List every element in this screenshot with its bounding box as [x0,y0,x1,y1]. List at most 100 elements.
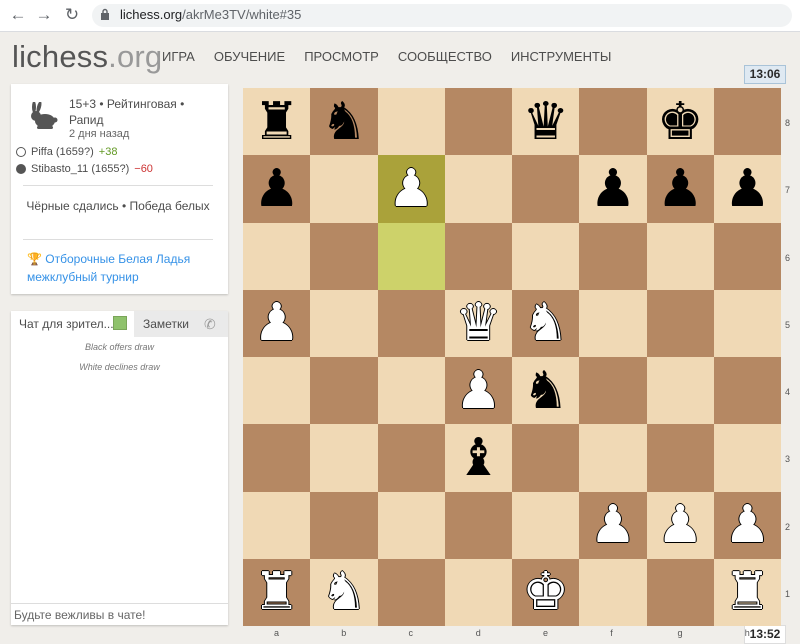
square-g7[interactable]: ♟ [646,155,714,223]
chat-input[interactable]: Будьте вежливы в чате! [11,603,228,626]
square-f1[interactable] [579,558,647,626]
site-logo[interactable]: lichess.org [12,39,162,75]
square-g3[interactable] [646,424,714,492]
square-f3[interactable] [579,424,647,492]
square-h7[interactable]: ♟ [713,155,781,223]
square-b4[interactable] [310,357,378,425]
square-c6[interactable] [377,222,445,290]
square-e7[interactable] [512,155,580,223]
square-e3[interactable] [512,424,580,492]
black-knight-icon[interactable]: ♞ [522,365,569,417]
square-b1[interactable]: ♞ [310,558,378,626]
white-pawn-icon[interactable]: ♟ [253,297,300,349]
white-knight-icon[interactable]: ♞ [321,566,368,618]
tab-notes[interactable]: Заметки [143,317,189,331]
square-c5[interactable] [377,289,445,357]
square-g2[interactable]: ♟ [646,491,714,559]
square-c7[interactable]: ♟ [377,155,445,223]
square-g4[interactable] [646,357,714,425]
square-a5[interactable]: ♟ [243,289,311,357]
square-h8[interactable] [713,88,781,156]
square-f2[interactable]: ♟ [579,491,647,559]
square-c1[interactable] [377,558,445,626]
square-h4[interactable] [713,357,781,425]
menu-item-community[interactable]: СООБЩЕСТВО [398,49,492,64]
white-rook-icon[interactable]: ♜ [724,566,771,618]
square-a1[interactable]: ♜ [243,558,311,626]
black-pawn-icon[interactable]: ♟ [590,163,637,215]
forward-arrow-icon[interactable]: → [34,5,54,25]
square-d5[interactable]: ♛ [444,289,512,357]
address-bar[interactable]: lichess.org/akrMe3TV/white#35 [92,4,792,27]
square-f8[interactable] [579,88,647,156]
square-f5[interactable] [579,289,647,357]
square-f6[interactable] [579,222,647,290]
square-a8[interactable]: ♜ [243,88,311,156]
white-pawn-icon[interactable]: ♟ [388,163,435,215]
black-player[interactable]: Stibasto_11 (1655?) −60 [16,163,153,175]
square-b3[interactable] [310,424,378,492]
black-queen-icon[interactable]: ♛ [522,96,569,148]
square-g5[interactable] [646,289,714,357]
chess-board[interactable]: ♜ ♞ ♛ ♚ ♟ ♟ ♟ ♟ ♟ ♟ ♛ ♞ ♟ ♞ ♝ ♟ ♟ ♟ ♜ ♞ ♚ ♜ [243,88,781,626]
white-pawn-icon[interactable]: ♟ [455,365,502,417]
black-pawn-icon[interactable]: ♟ [657,163,704,215]
square-b6[interactable] [310,222,378,290]
phone-icon[interactable]: ✆ [204,316,216,333]
square-b8[interactable]: ♞ [310,88,378,156]
square-f4[interactable] [579,357,647,425]
white-pawn-icon[interactable]: ♟ [657,499,704,551]
square-a2[interactable] [243,491,311,559]
square-c3[interactable] [377,424,445,492]
back-arrow-icon[interactable]: ← [8,5,28,25]
white-pawn-icon[interactable]: ♟ [590,499,637,551]
square-d7[interactable] [444,155,512,223]
reload-icon[interactable]: ↻ [62,5,82,25]
square-e4[interactable]: ♞ [512,357,580,425]
square-h3[interactable] [713,424,781,492]
square-g6[interactable] [646,222,714,290]
white-pawn-icon[interactable]: ♟ [724,499,771,551]
square-g1[interactable] [646,558,714,626]
white-rook-icon[interactable]: ♜ [253,566,300,618]
square-g8[interactable]: ♚ [646,88,714,156]
square-e6[interactable] [512,222,580,290]
square-a3[interactable] [243,424,311,492]
square-d6[interactable] [444,222,512,290]
black-rook-icon[interactable]: ♜ [253,96,300,148]
menu-item-learn[interactable]: ОБУЧЕНИЕ [214,49,285,64]
square-a7[interactable]: ♟ [243,155,311,223]
square-c8[interactable] [377,88,445,156]
square-d1[interactable] [444,558,512,626]
square-h6[interactable] [713,222,781,290]
square-c2[interactable] [377,491,445,559]
square-a4[interactable] [243,357,311,425]
white-queen-icon[interactable]: ♛ [455,297,502,349]
square-b5[interactable] [310,289,378,357]
white-knight-icon[interactable]: ♞ [522,297,569,349]
black-pawn-icon[interactable]: ♟ [253,163,300,215]
square-h5[interactable] [713,289,781,357]
square-e5[interactable]: ♞ [512,289,580,357]
black-king-icon[interactable]: ♚ [657,96,704,148]
square-d2[interactable] [444,491,512,559]
square-e1[interactable]: ♚ [512,558,580,626]
square-d4[interactable]: ♟ [444,357,512,425]
square-e8[interactable]: ♛ [512,88,580,156]
white-player[interactable]: Piffa (1659?) +38 [16,146,117,158]
square-a6[interactable] [243,222,311,290]
square-h2[interactable]: ♟ [713,491,781,559]
black-knight-icon[interactable]: ♞ [321,96,368,148]
black-bishop-icon[interactable]: ♝ [455,432,502,484]
square-b2[interactable] [310,491,378,559]
square-b7[interactable] [310,155,378,223]
menu-item-watch[interactable]: ПРОСМОТР [304,49,379,64]
tab-spectator-chat[interactable]: Чат для зрител... [11,311,134,337]
tournament-link[interactable]: 🏆 Отборочные Белая Ладья межклубный турн… [27,250,222,286]
black-pawn-icon[interactable]: ♟ [724,163,771,215]
menu-item-tools[interactable]: ИНСТРУМЕНТЫ [511,49,612,64]
square-e2[interactable] [512,491,580,559]
square-d3[interactable]: ♝ [444,424,512,492]
square-f7[interactable]: ♟ [579,155,647,223]
white-king-icon[interactable]: ♚ [522,566,569,618]
